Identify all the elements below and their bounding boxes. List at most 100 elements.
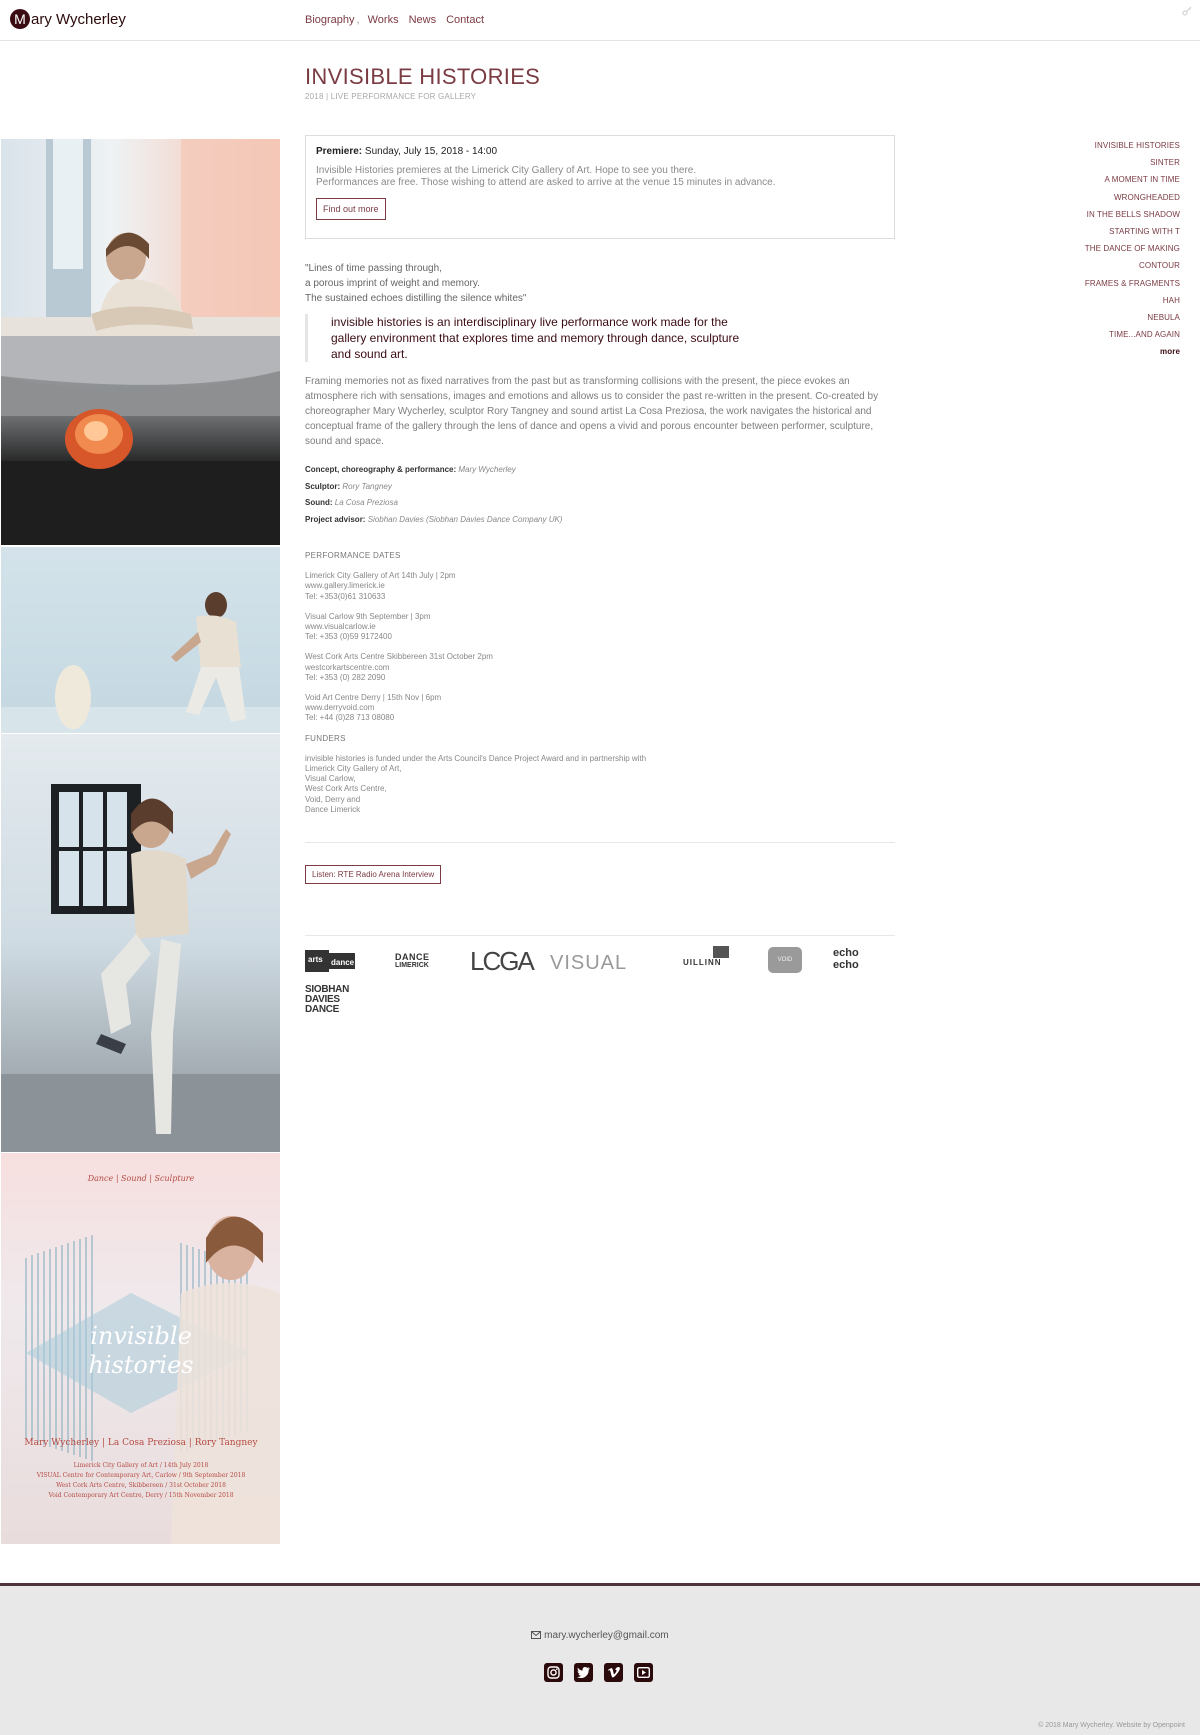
performance-heading: PERFORMANCE DATES [305, 551, 401, 560]
venue-westcork: West Cork Arts Centre Skibbereen 31st Oc… [305, 652, 646, 683]
funder-line: Void, Derry and [305, 794, 361, 804]
gallery-image-dancer-movement[interactable] [1, 547, 280, 733]
key-icon[interactable] [1182, 6, 1192, 16]
poster-title-line2: histories [88, 1351, 193, 1379]
poem-line-1: "Lines of time passing through, [305, 263, 442, 274]
listen-interview-button[interactable]: Listen: RTE Radio Arena Interview [305, 865, 442, 884]
sidebar-item-wrongheaded[interactable]: WRONGHEADED [1085, 189, 1180, 206]
lcga-logo[interactable]: LCGA [470, 946, 535, 977]
page-subtitle: 2018 | LIVE PERFORMANCE FOR GALLERY [305, 92, 477, 101]
funder-line: West Cork Arts Centre, [305, 784, 387, 794]
sidebar-more-link[interactable]: more [1085, 343, 1180, 360]
echo-logo[interactable]: echo echo [833, 947, 859, 971]
funder-line: Limerick City Gallery of Art, [305, 764, 402, 774]
dance-limerick-text-2: LIMERICK [395, 962, 429, 969]
poem-line-3: The sustained echoes distilling the sile… [305, 293, 527, 304]
sidebar-item-frames-fragments[interactable]: FRAMES & FRAGMENTS [1085, 275, 1180, 292]
nav-separator: , [356, 14, 360, 26]
visual-logo[interactable]: VISUAL [550, 952, 627, 975]
premiere-label: Premiere: [316, 146, 363, 157]
poster-date-4: Void Contemporary Art Centre, Derry / 15… [47, 1492, 233, 1499]
venue-limerick: Limerick City Gallery of Art 14th July |… [305, 571, 646, 602]
premiere-box: Premiere: Sunday, July 15, 2018 - 14:00 … [305, 135, 895, 239]
echo-text-2: echo [833, 959, 859, 971]
venue-website[interactable]: www.gallery.limerick.ie [305, 581, 646, 591]
funder-line: Dance Limerick [305, 804, 361, 814]
divider [305, 935, 895, 936]
void-logo[interactable]: VOID [768, 947, 802, 973]
divider [305, 842, 895, 843]
gallery-image-seated-dancer[interactable] [1, 139, 280, 336]
nav-biography[interactable]: Biography [305, 14, 355, 26]
poster-date-1: Limerick City Gallery of Art / 14th July… [74, 1462, 209, 1469]
poem: "Lines of time passing through, a porous… [305, 261, 526, 306]
credit-label: Project advisor: [305, 514, 366, 524]
main-nav: Biography , Works News Contact [305, 14, 494, 26]
venue-website[interactable]: www.visualcarlow.ie [305, 622, 646, 632]
credit-value: Rory Tangney [342, 481, 392, 491]
venue-website[interactable]: westcorkartscentre.com [305, 663, 646, 673]
instagram-icon[interactable] [544, 1663, 563, 1682]
sidebar-item-contour[interactable]: CONTOUR [1085, 257, 1180, 274]
funders-list: invisible histories is funded under the … [305, 754, 646, 815]
dance-limerick-logo[interactable]: DANCE LIMERICK [395, 953, 430, 970]
nav-works[interactable]: Works [368, 14, 399, 26]
gallery-image-poster[interactable]: Dance | Sound | Sculpture invisible hist… [1, 1153, 280, 1544]
credit-row: Concept, choreography & performance: Mar… [305, 462, 562, 479]
intro-blockquote: invisible histories is an interdisciplin… [305, 314, 755, 362]
gallery-image-dancer-kick[interactable] [1, 734, 280, 1152]
venue-name: Void Art Centre Derry | 15th Nov | 6pm [305, 693, 442, 703]
work-description: Framing memories not as fixed narratives… [305, 376, 879, 447]
venue-phone: Tel: +44 (0)28 713 08080 [305, 713, 395, 723]
sidebar-item-nebula[interactable]: NEBULA [1085, 309, 1180, 326]
sidebar-item-time-and-again[interactable]: TIME...AND AGAIN [1085, 326, 1180, 343]
poster-date-2: VISUAL Centre for Contemporary Art, Carl… [36, 1472, 246, 1479]
find-out-more-button[interactable]: Find out more [316, 198, 386, 220]
partner-logos: arts dance DANCE LIMERICK LCGA VISUAL UI… [305, 946, 895, 1016]
venue-void: Void Art Centre Derry | 15th Nov | 6pm w… [305, 693, 646, 724]
works-sidebar: INVISIBLE HISTORIES SINTER A MOMENT IN T… [1085, 137, 1180, 361]
footer-email[interactable]: mary.wycherley@gmail.com [0, 1630, 1200, 1641]
echo-text-1: echo [833, 947, 859, 959]
sidebar-item-sinter[interactable]: SINTER [1085, 154, 1180, 171]
funder-line: invisible histories is funded under the … [305, 753, 647, 763]
venue-carlow: Visual Carlow 9th September | 3pm www.vi… [305, 612, 646, 643]
credit-label: Sound: [305, 498, 333, 507]
credit-row: Sound: La Cosa Preziosa [305, 495, 562, 512]
poster-date-3: West Cork Arts Centre, Skibbereen / 31st… [56, 1482, 226, 1489]
uillinn-logo[interactable]: UILLINN [683, 946, 733, 967]
credit-row: Sculptor: Rory Tangney [305, 479, 562, 496]
credit-value: Siobhan Davies (Siobhan Davies Dance Com… [367, 514, 563, 524]
funders-heading: FUNDERS [305, 733, 346, 743]
venue-name: Limerick City Gallery of Art 14th July |… [305, 571, 456, 581]
sidebar-item-a-moment-in-time[interactable]: A MOMENT IN TIME [1085, 171, 1180, 188]
nav-contact[interactable]: Contact [446, 14, 484, 26]
site-header: M ary Wycherley Biography , Works News C… [0, 0, 1200, 41]
credit-row: Project advisor: Siobhan Davies (Siobhan… [305, 512, 562, 529]
copyright-text: © 2018 Mary Wycherley. Website by Openpo… [1038, 1722, 1185, 1729]
venue-name: West Cork Arts Centre Skibbereen 31st Oc… [305, 652, 493, 662]
social-links [544, 1663, 653, 1682]
arts-council-logo[interactable]: arts dance [305, 948, 357, 974]
sidebar-item-the-dance-of-making[interactable]: THE DANCE OF MAKING [1085, 240, 1180, 257]
venue-phone: Tel: +353(0)61 310633 [305, 591, 386, 601]
credit-label: Sculptor: [305, 481, 341, 491]
vimeo-icon[interactable] [604, 1663, 623, 1682]
sidebar-item-starting-with-t[interactable]: STARTING WITH T [1085, 223, 1180, 240]
site-logo[interactable]: M ary Wycherley [10, 9, 126, 29]
venue-name: Visual Carlow 9th September | 3pm [305, 611, 431, 621]
nav-news[interactable]: News [409, 14, 437, 26]
sidebar-item-invisible-histories[interactable]: INVISIBLE HISTORIES [1085, 137, 1180, 154]
premiere-text-line2: Performances are free. Those wishing to … [316, 177, 776, 188]
venue-phone: Tel: +353 (0)59 9172400 [305, 632, 392, 642]
sidebar-item-in-the-bells-shadow[interactable]: IN THE BELLS SHADOW [1085, 206, 1180, 223]
premiere-text: Invisible Histories premieres at the Lim… [316, 165, 884, 189]
youtube-icon[interactable] [634, 1663, 653, 1682]
siobhan-davies-logo[interactable]: SIOBHAN DAVIES DANCE [305, 985, 349, 1015]
poem-line-2: a porous imprint of weight and memory. [305, 278, 480, 289]
twitter-icon[interactable] [574, 1663, 593, 1682]
sidebar-item-hah[interactable]: HAH [1085, 292, 1180, 309]
venue-website[interactable]: www.derryvoid.com [305, 703, 646, 713]
gallery-image-sculpture[interactable] [1, 336, 280, 545]
credit-label: Concept, choreography & performance: [305, 465, 457, 474]
